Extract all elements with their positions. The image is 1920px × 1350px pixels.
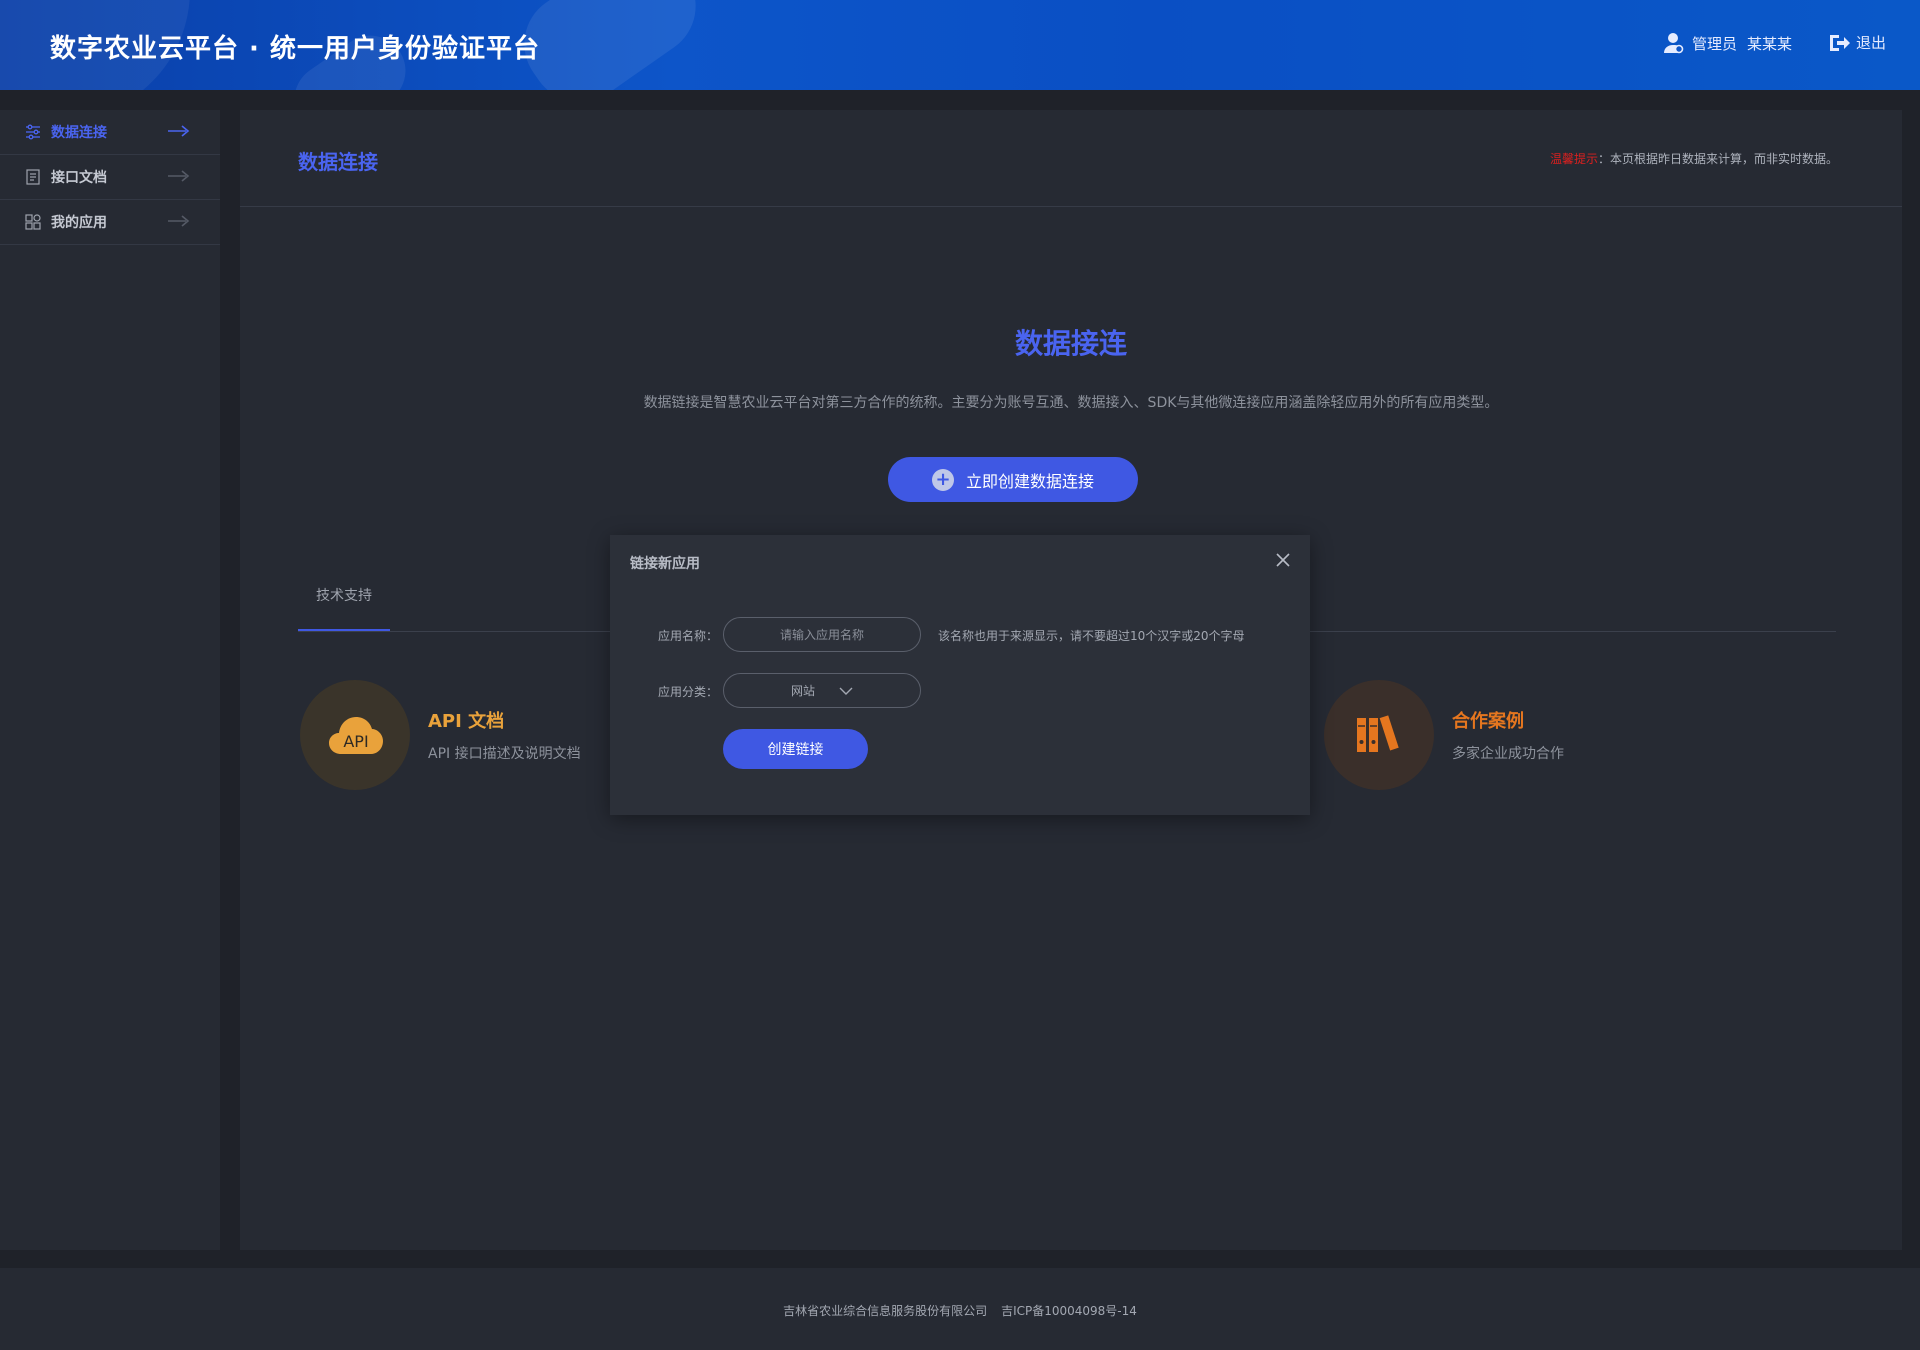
- sidebar-item-label: 接口文档: [51, 170, 107, 186]
- create-connection-button[interactable]: + 立即创建数据连接: [888, 457, 1138, 502]
- document-icon: [26, 169, 40, 185]
- app-name-hint: 该名称也用于来源显示，请不要超过10个汉字或20个字母: [938, 629, 1245, 643]
- apps-icon: [25, 214, 41, 230]
- card-subtitle: API 接口描述及说明文档: [428, 746, 581, 762]
- sidebar-item-my-apps[interactable]: 我的应用: [0, 200, 220, 245]
- app-title: 数字农业云平台 · 统一用户身份验证平台: [50, 34, 540, 64]
- footer-text: 吉林省农业综合信息服务股份有限公司 吉ICP备10004098号-14: [0, 1302, 1920, 1319]
- sidebar-item-label: 数据连接: [51, 125, 107, 141]
- plus-circle-icon: +: [931, 468, 954, 491]
- sidebar-item-data-connection[interactable]: 数据连接: [0, 110, 220, 155]
- hero-description: 数据链接是智慧农业云平台对第三方合作的统称。主要分为账号互通、数据接入、SDK与…: [643, 395, 1499, 411]
- app-name-label: 应用名称：: [658, 629, 719, 643]
- main-header: 数据连接 温馨提示：本页根据昨日数据来计算，而非实时数据。: [240, 110, 1902, 207]
- user-admin-icon: [1664, 33, 1684, 54]
- user-role: 管理员: [1692, 34, 1738, 53]
- page-title: 数据连接: [298, 150, 378, 174]
- create-connection-label: 立即创建数据连接: [965, 471, 1094, 491]
- hero-title: 数据接连: [1014, 327, 1127, 360]
- sliders-icon: [26, 124, 40, 140]
- close-icon[interactable]: [1274, 551, 1292, 569]
- footer-icp[interactable]: 吉ICP备10004098号-14: [1001, 1304, 1137, 1318]
- create-link-button[interactable]: 创建链接: [723, 729, 868, 769]
- user-name: 某某某: [1747, 34, 1793, 53]
- tab-tech-support[interactable]: 技术支持: [298, 562, 390, 631]
- arrow-right-icon: [168, 170, 190, 182]
- new-app-dialog: 链接新应用 应用名称： 该名称也用于来源显示，请不要超过10个汉字或20个字母 …: [610, 535, 1310, 815]
- sidebar-item-api-docs[interactable]: 接口文档: [0, 155, 220, 200]
- api-icon-text: API: [343, 732, 368, 751]
- arrow-right-icon: [168, 125, 190, 137]
- card-title: API 文档: [428, 711, 505, 732]
- footer: 吉林省农业综合信息服务股份有限公司 吉ICP备10004098号-14: [0, 1268, 1920, 1350]
- user-info[interactable]: 管理员 某某某: [1664, 32, 1792, 54]
- logout-icon: [1830, 34, 1850, 51]
- card-title: 合作案例: [1452, 711, 1524, 732]
- app-name-input[interactable]: [723, 617, 921, 652]
- binders-icon: [1324, 680, 1434, 790]
- chevron-down-icon: [839, 687, 853, 695]
- card-api-docs[interactable]: API API 文档 API 接口描述及说明文档: [300, 680, 581, 790]
- logout-button[interactable]: 退出: [1828, 32, 1886, 53]
- create-link-label: 创建链接: [767, 742, 824, 758]
- top-header: 数字农业云平台 · 统一用户身份验证平台 管理员 某某某 退出: [0, 0, 1920, 90]
- tab-label: 技术支持: [316, 588, 372, 604]
- dialog-title: 链接新应用: [630, 556, 700, 572]
- card-cases[interactable]: 合作案例 多家企业成功合作: [1324, 680, 1564, 790]
- sidebar: 数据连接 接口文档 我的应用: [0, 110, 220, 1250]
- notice-message: ：本页根据昨日数据来计算，而非实时数据。: [1597, 152, 1838, 166]
- api-cloud-icon: API: [300, 680, 410, 790]
- app-category-select[interactable]: 网站: [723, 673, 921, 708]
- tab-active-indicator: [298, 629, 390, 631]
- card-subtitle: 多家企业成功合作: [1452, 746, 1564, 762]
- logout-label: 退出: [1856, 34, 1887, 52]
- notice-text: 温馨提示：本页根据昨日数据来计算，而非实时数据。: [1550, 150, 1838, 167]
- app-category-value: 网站: [790, 684, 815, 698]
- app-category-label: 应用分类：: [658, 685, 719, 699]
- arrow-right-icon: [168, 215, 190, 227]
- footer-company: 吉林省农业综合信息服务股份有限公司: [783, 1304, 988, 1318]
- sidebar-item-label: 我的应用: [51, 215, 107, 231]
- notice-label: 温馨提示: [1549, 152, 1598, 166]
